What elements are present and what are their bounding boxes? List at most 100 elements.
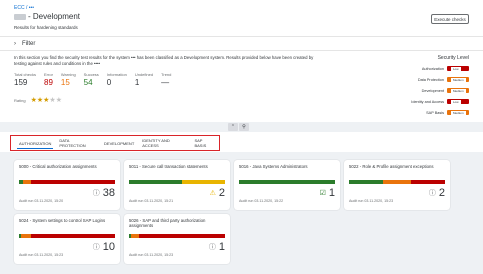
collapse-header-button[interactable]: ⌃ bbox=[228, 123, 238, 131]
kpi-row: Total checks 159 Error 89 Warning 15 Success 54… bbox=[14, 72, 171, 87]
check-card[interactable]: 5022 - Role & Profile assignment excepti… bbox=[344, 160, 450, 210]
security-level-label: Identity and Access bbox=[411, 99, 444, 104]
kpi-value: 1 bbox=[134, 78, 140, 87]
security-level-label: Data Protection bbox=[417, 77, 444, 82]
info-circle-icon: ⓘ bbox=[428, 190, 436, 197]
security-level-row: SAP Basis Medium bbox=[374, 107, 469, 118]
check-card[interactable]: 5016 - Java Systems Administrators ☑ 1 Audi… bbox=[234, 160, 340, 210]
tab-identity-and-access[interactable]: IDENTITY AND ACCESS bbox=[138, 136, 190, 150]
check-card-stat: ⓘ 38 bbox=[93, 187, 115, 199]
result-bar-segment bbox=[30, 180, 115, 184]
check-card[interactable]: 5026 - SAP and third party authorization… bbox=[124, 214, 230, 264]
check-card-title: 5026 - SAP and third party authorization… bbox=[129, 218, 206, 228]
kpi-label: Information bbox=[106, 72, 127, 77]
filter-label: Filter bbox=[22, 41, 36, 47]
result-bar-segment bbox=[30, 234, 115, 238]
page-title-text: - Development bbox=[28, 12, 81, 21]
check-card-stat: ☑ 1 bbox=[320, 187, 335, 199]
check-card[interactable]: 5024 - System settings to control SAP Lo… bbox=[14, 214, 120, 264]
pin-icon: ⚲ bbox=[242, 124, 246, 130]
check-card-count: 10 bbox=[102, 241, 115, 253]
security-level-row: Authorization Low bbox=[374, 63, 469, 74]
kpi-label: Undefined bbox=[134, 72, 154, 77]
security-level-value: Medium bbox=[451, 110, 466, 115]
security-level-panel: Security Level Authorization Low Data Prot… bbox=[374, 55, 469, 118]
result-distribution-bar bbox=[239, 180, 335, 184]
kpi-value: 89 bbox=[44, 78, 53, 87]
check-card-title: 5011 - Secure call transaction statement… bbox=[129, 164, 208, 169]
execute-checks-button[interactable]: Execute checks bbox=[431, 14, 469, 24]
result-bar-segment bbox=[22, 180, 31, 184]
result-bar-segment bbox=[411, 180, 445, 184]
check-card-stat: ⓘ 1 bbox=[209, 241, 225, 253]
kpi-label: Error bbox=[44, 72, 53, 77]
page-subtitle: Results for hardening standards bbox=[14, 25, 78, 30]
kpi-value: 54 bbox=[83, 78, 93, 87]
tab-development[interactable]: DEVELOPMENT bbox=[100, 136, 138, 150]
security-level-value: Low bbox=[451, 99, 461, 104]
security-level-badge: Medium bbox=[447, 77, 469, 82]
result-distribution-bar bbox=[129, 234, 225, 238]
security-level-row: Identity and Access Low bbox=[374, 96, 469, 107]
result-distribution-bar bbox=[129, 180, 225, 184]
kpi-success: Success 54 bbox=[84, 72, 99, 87]
check-card[interactable]: 5000 - Critical authorization assignment… bbox=[14, 160, 120, 210]
check-card-title: 5000 - Critical authorization assignment… bbox=[19, 164, 97, 169]
security-level-row: Development Medium bbox=[374, 85, 469, 96]
pin-header-button[interactable]: ⚲ bbox=[239, 123, 249, 131]
check-card-title: 5024 - System settings to control SAP Lo… bbox=[19, 218, 106, 223]
page-header: ECC / ••• - Development Results for hard… bbox=[0, 0, 483, 122]
security-level-badge: Low bbox=[447, 99, 469, 104]
check-card-audit: Audit run 03.11.2020, 15:23 bbox=[129, 252, 174, 257]
kpi-trend: Trend — bbox=[161, 72, 171, 87]
kpi-label: Total checks bbox=[14, 72, 37, 77]
result-bar-segment bbox=[129, 180, 182, 184]
check-card-count: 1 bbox=[328, 187, 335, 199]
chevron-right-icon: › bbox=[14, 41, 16, 47]
security-level-label: SAP Basis bbox=[426, 110, 444, 115]
check-card-count: 38 bbox=[102, 187, 115, 199]
info-circle-icon: ⓘ bbox=[208, 244, 216, 251]
page-title: - Development bbox=[14, 12, 80, 21]
redacted-system-id bbox=[14, 13, 26, 20]
star-icon: ★ bbox=[55, 97, 62, 104]
description-text: In this section you find the security te… bbox=[14, 55, 314, 66]
kpi-value: 159 bbox=[14, 78, 28, 87]
check-box-icon: ☑ bbox=[319, 190, 326, 197]
check-card-stat: ⓘ 2 bbox=[429, 187, 445, 199]
breadcrumb[interactable]: ECC / ••• bbox=[14, 5, 34, 11]
check-card-title: 5022 - Role & Profile assignment excepti… bbox=[349, 164, 434, 169]
check-card-title: 5016 - Java Systems Administrators bbox=[239, 164, 308, 169]
kpi-warning: Warning 15 bbox=[61, 72, 76, 87]
check-card-count: 2 bbox=[218, 187, 225, 199]
kpi-value: 0 bbox=[106, 78, 112, 87]
check-card[interactable]: 5011 - Secure call transaction statement… bbox=[124, 160, 230, 210]
info-circle-icon: ⓘ bbox=[92, 244, 100, 251]
kpi-value: — bbox=[161, 78, 170, 87]
result-distribution-bar bbox=[349, 180, 445, 184]
check-card-count: 2 bbox=[438, 187, 445, 199]
security-level-badge: Medium bbox=[447, 110, 469, 115]
check-card-audit: Audit run 03.11.2020, 15:22 bbox=[239, 198, 284, 203]
result-bar-segment bbox=[138, 234, 225, 238]
security-level-title: Security Level bbox=[437, 55, 469, 61]
tab-data-protection[interactable]: DATA PROTECTION bbox=[55, 136, 100, 150]
security-level-label: Development bbox=[421, 88, 444, 93]
tab-sap-basis[interactable]: SAP BASIS bbox=[190, 136, 219, 150]
check-card-stat: ⚠ 2 bbox=[210, 187, 225, 199]
divider bbox=[0, 36, 483, 37]
filter-toggle[interactable]: › Filter bbox=[14, 41, 35, 47]
result-bar-segment bbox=[130, 234, 139, 238]
check-card-audit: Audit run 03.11.2020, 15:20 bbox=[19, 198, 64, 203]
check-card-count: 1 bbox=[218, 241, 225, 253]
divider bbox=[0, 50, 483, 51]
kpi-label: Success bbox=[83, 72, 99, 77]
rating: Rating ★★★★★ bbox=[14, 96, 62, 104]
security-level-badge: Low bbox=[447, 66, 469, 71]
tab-authorization[interactable]: AUTHORIZATION bbox=[15, 136, 55, 150]
result-bar-segment bbox=[382, 180, 412, 184]
result-bar-segment bbox=[239, 180, 335, 184]
check-card-audit: Audit run 03.11.2020, 15:21 bbox=[129, 198, 174, 203]
result-distribution-bar bbox=[19, 234, 115, 238]
info-circle-icon: ⓘ bbox=[92, 190, 100, 197]
